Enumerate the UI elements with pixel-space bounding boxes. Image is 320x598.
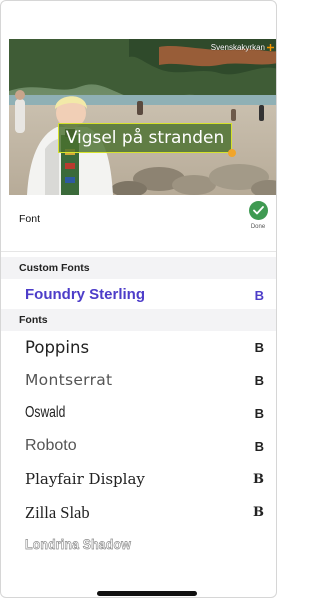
bold-toggle[interactable]: B (253, 472, 264, 487)
font-item-foundry-sterling[interactable]: Foundry Sterling B (1, 282, 276, 312)
caption-text[interactable]: Vigsel på stranden (66, 128, 225, 148)
checkmark-icon[interactable] (248, 201, 268, 220)
font-panel-title: Font (19, 213, 41, 225)
bold-toggle[interactable]: B (255, 340, 264, 355)
bold-toggle[interactable]: B (255, 439, 264, 454)
font-item-playfair-display[interactable]: Playfair Display B (1, 466, 276, 496)
bold-toggle[interactable]: B (255, 373, 264, 388)
resize-handle[interactable] (228, 149, 236, 157)
caption-text-box[interactable]: Vigsel på stranden (58, 123, 236, 157)
font-item-londrina-shadow[interactable]: Londrina Shadow (1, 532, 276, 562)
font-panel-header: Font Done (1, 197, 276, 252)
font-item-label: Roboto (25, 437, 77, 454)
bold-toggle[interactable]: B (255, 288, 264, 303)
font-item-label: Playfair Display (25, 470, 145, 488)
font-item-label: Oswald (25, 404, 66, 421)
font-item-label: Zilla Slab (25, 503, 90, 522)
bold-toggle[interactable]: B (253, 505, 264, 520)
bold-toggle[interactable]: B (255, 406, 264, 421)
done-label: Done (250, 224, 266, 230)
font-item-roboto[interactable]: Roboto B (1, 433, 276, 463)
cross-icon (267, 44, 274, 51)
font-item-montserrat[interactable]: Montserrat B (1, 367, 276, 397)
font-item-label: Poppins (25, 338, 90, 357)
font-item-zilla-slab[interactable]: Zilla Slab B (1, 499, 276, 529)
fonts-heading-label: Fonts (19, 314, 48, 326)
font-item-label: Foundry Sterling (25, 286, 145, 303)
font-item-poppins[interactable]: Poppins B (1, 334, 276, 364)
font-item-label: Londrina Shadow (25, 536, 131, 553)
done-button[interactable]: Done (244, 201, 272, 230)
watermark-logo: Svenskakyrkan (211, 43, 274, 52)
app-screen: Svenskakyrkan Vigsel på stranden Font Do… (0, 0, 277, 598)
font-item-label: Montserrat (25, 371, 113, 389)
home-indicator (97, 591, 197, 596)
fonts-heading: Fonts (1, 309, 276, 331)
custom-fonts-heading-label: Custom Fonts (19, 262, 90, 274)
preview-image (9, 39, 276, 195)
watermark-text: Svenskakyrkan (210, 43, 265, 52)
video-preview[interactable]: Svenskakyrkan Vigsel på stranden (9, 39, 276, 195)
font-item-oswald[interactable]: Oswald B (1, 400, 276, 430)
custom-fonts-heading: Custom Fonts (1, 257, 276, 279)
